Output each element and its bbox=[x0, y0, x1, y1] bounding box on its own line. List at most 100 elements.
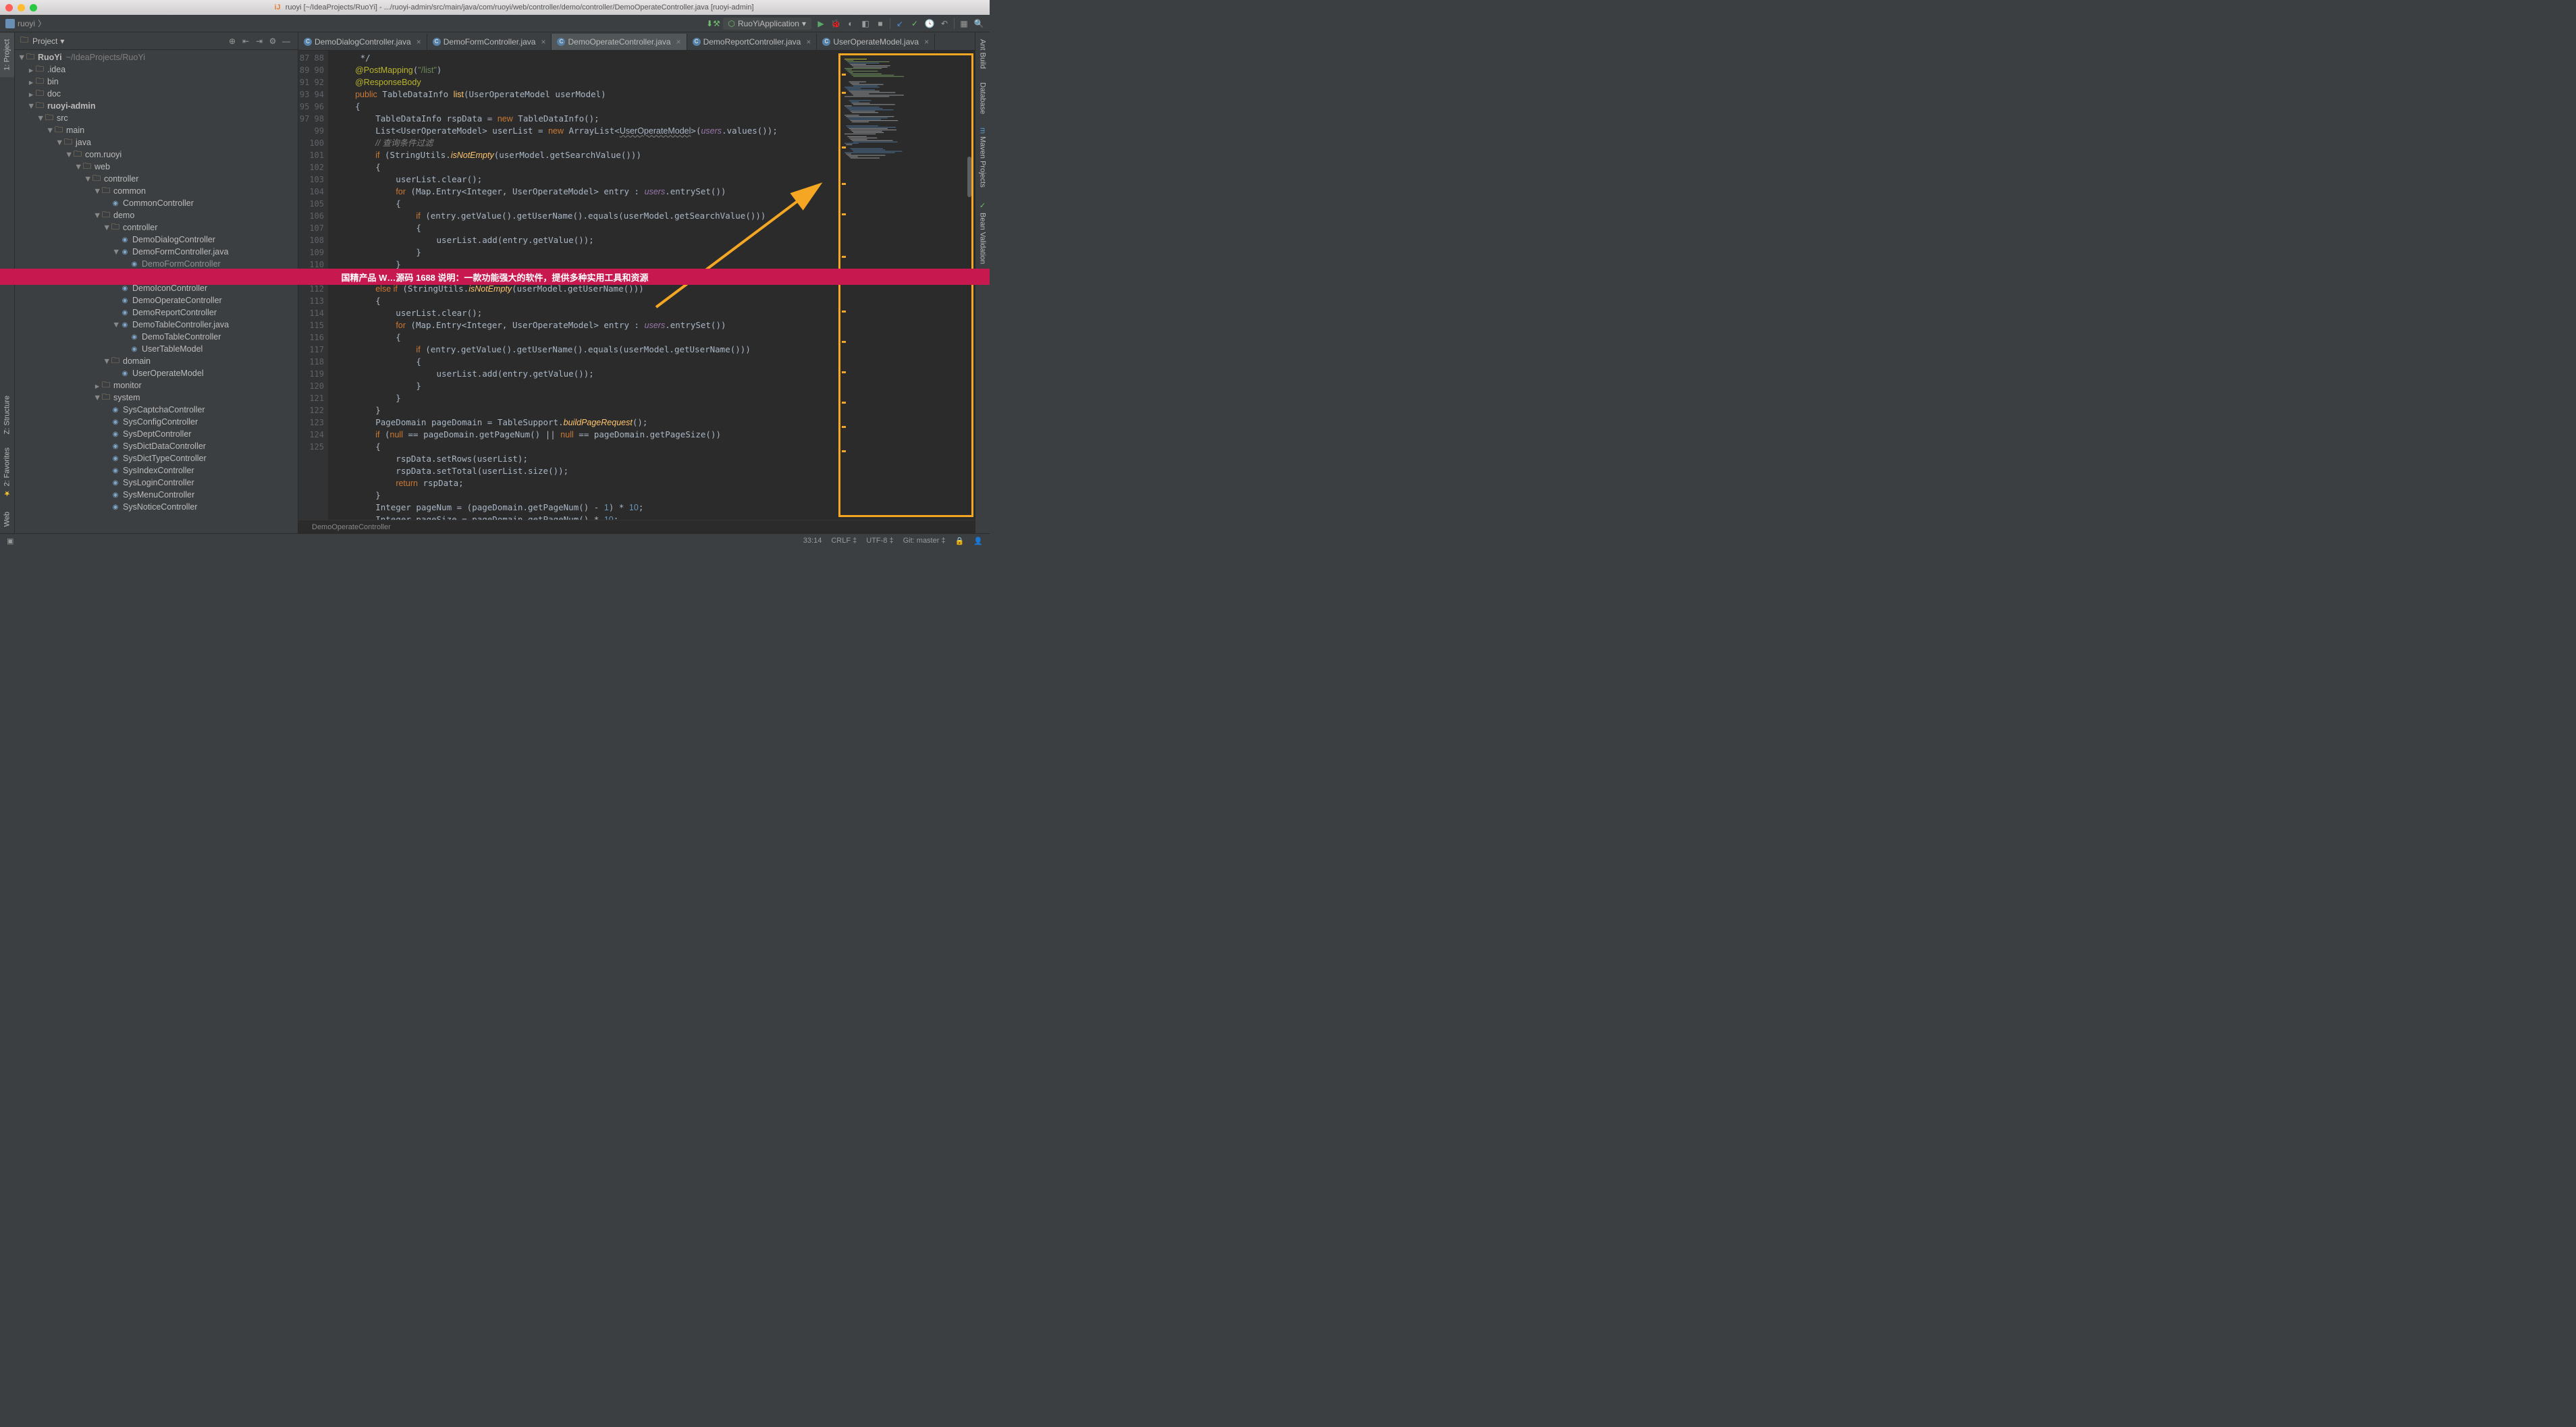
tree-item[interactable]: UserOperateModel bbox=[15, 367, 298, 379]
editor-tab[interactable]: CDemoOperateController.java× bbox=[552, 34, 687, 50]
collapse-all-icon[interactable]: ⇤ bbox=[240, 35, 252, 47]
ide-logo-icon: iJ bbox=[274, 3, 280, 11]
inspections-indicator-icon[interactable]: 👤 bbox=[973, 537, 983, 545]
tree-item[interactable]: CommonController bbox=[15, 197, 298, 209]
java-class-icon: C bbox=[557, 38, 565, 46]
close-tab-icon[interactable]: × bbox=[417, 37, 421, 47]
run-config-selector[interactable]: ⬡ RuoYiApplication ▾ bbox=[723, 18, 811, 30]
close-window-icon[interactable] bbox=[5, 4, 13, 11]
close-tab-icon[interactable]: × bbox=[676, 37, 681, 47]
vcs-history-icon[interactable]: 🕓 bbox=[924, 18, 935, 29]
stop-icon[interactable]: ■ bbox=[875, 18, 886, 29]
bean-validation-tool-button[interactable]: ✓Bean Validation bbox=[975, 194, 990, 271]
navigation-breadcrumb[interactable]: ruoyi 〉 bbox=[5, 18, 46, 29]
vcs-revert-icon[interactable]: ↶ bbox=[939, 18, 950, 29]
settings-icon[interactable]: ⚙ bbox=[267, 35, 279, 47]
tree-item[interactable]: DemoReportController bbox=[15, 306, 298, 319]
maven-tool-button[interactable]: mMaven Projects bbox=[975, 121, 990, 194]
tree-item[interactable]: ▸doc bbox=[15, 88, 298, 100]
tree-item[interactable]: SysLoginController bbox=[15, 477, 298, 489]
editor-breadcrumb[interactable]: DemoOperateController bbox=[298, 520, 975, 533]
tree-item[interactable]: SysNoticeController bbox=[15, 501, 298, 513]
hide-panel-icon[interactable]: — bbox=[280, 35, 292, 47]
tree-item[interactable]: SysCaptchaController bbox=[15, 404, 298, 416]
java-class-icon: C bbox=[693, 38, 701, 46]
ant-build-tool-button[interactable]: Ant Build bbox=[975, 32, 990, 76]
tree-root[interactable]: ▼RuoYi~/IdeaProjects/RuoYi bbox=[15, 51, 298, 63]
readonly-lock-icon[interactable]: 🔒 bbox=[955, 537, 965, 545]
tree-item[interactable]: ▼src bbox=[15, 112, 298, 124]
tree-item[interactable]: DemoOperateController bbox=[15, 294, 298, 306]
close-tab-icon[interactable]: × bbox=[806, 37, 811, 47]
profile-icon[interactable]: ◧ bbox=[860, 18, 871, 29]
chevron-down-icon: ▾ bbox=[60, 36, 64, 46]
caret-position[interactable]: 33:14 bbox=[803, 537, 822, 545]
folder-icon: 🗀 bbox=[20, 34, 28, 48]
vcs-update-icon[interactable]: ↙ bbox=[894, 18, 905, 29]
run-coverage-icon[interactable]: ◐ bbox=[845, 18, 856, 29]
tree-item[interactable]: ▼DemoTableController.java bbox=[15, 319, 298, 331]
tree-item[interactable]: DemoTableController bbox=[15, 331, 298, 343]
expand-all-icon[interactable]: ⇥ bbox=[253, 35, 265, 47]
tree-item[interactable]: ▼common bbox=[15, 185, 298, 197]
tree-item[interactable]: ▼main bbox=[15, 124, 298, 136]
code-editor[interactable]: */ @PostMapping("/list") @ResponseBody p… bbox=[328, 51, 838, 520]
web-tool-button[interactable]: Web bbox=[0, 505, 14, 533]
favorites-tool-button[interactable]: ★2: Favorites bbox=[0, 441, 14, 504]
minimize-window-icon[interactable] bbox=[18, 4, 25, 11]
tree-item[interactable]: ▸.idea bbox=[15, 63, 298, 76]
tree-item[interactable]: ▼system bbox=[15, 392, 298, 404]
tree-item[interactable]: ▼ruoyi-admin bbox=[15, 100, 298, 112]
file-encoding[interactable]: UTF-8 ‡ bbox=[866, 537, 893, 545]
editor-tabs[interactable]: CDemoDialogController.java×CDemoFormCont… bbox=[298, 32, 975, 51]
traffic-lights[interactable] bbox=[5, 4, 37, 11]
line-separator[interactable]: CRLF ‡ bbox=[831, 537, 857, 545]
close-tab-icon[interactable]: × bbox=[924, 37, 929, 47]
chevron-down-icon: ▾ bbox=[802, 19, 806, 28]
scroll-from-source-icon[interactable]: ⊕ bbox=[226, 35, 238, 47]
tree-item[interactable]: SysMenuController bbox=[15, 489, 298, 501]
tree-item[interactable]: ▼demo bbox=[15, 209, 298, 221]
minimap-scrollbar[interactable] bbox=[967, 157, 971, 197]
tree-item[interactable]: DemoDialogController bbox=[15, 234, 298, 246]
structure-tool-button[interactable]: Z: Structure bbox=[0, 389, 14, 441]
tree-item[interactable]: UserTableModel bbox=[15, 343, 298, 355]
code-minimap[interactable] bbox=[838, 53, 973, 517]
project-structure-icon[interactable]: ▦ bbox=[959, 18, 969, 29]
zoom-window-icon[interactable] bbox=[30, 4, 37, 11]
tree-item[interactable]: ▼domain bbox=[15, 355, 298, 367]
tree-item[interactable]: SysConfigController bbox=[15, 416, 298, 428]
tree-item[interactable]: ▼com.ruoyi bbox=[15, 149, 298, 161]
vcs-commit-icon[interactable]: ✓ bbox=[909, 18, 920, 29]
debug-button[interactable]: 🐞 bbox=[830, 18, 841, 29]
tree-item[interactable]: ▼controller bbox=[15, 173, 298, 185]
editor-tab[interactable]: CUserOperateModel.java× bbox=[817, 34, 935, 50]
close-tab-icon[interactable]: × bbox=[541, 37, 545, 47]
editor-tab[interactable]: CDemoDialogController.java× bbox=[298, 34, 427, 50]
project-icon bbox=[5, 19, 15, 28]
tree-item[interactable]: ▸monitor bbox=[15, 379, 298, 392]
database-tool-button[interactable]: Database bbox=[975, 76, 990, 121]
git-branch[interactable]: Git: master ‡ bbox=[903, 537, 946, 545]
tree-item[interactable]: SysIndexController bbox=[15, 464, 298, 477]
tree-item[interactable]: SysDictTypeController bbox=[15, 452, 298, 464]
tree-item[interactable]: ▼web bbox=[15, 161, 298, 173]
panel-title[interactable]: Project ▾ bbox=[32, 36, 64, 46]
search-everywhere-icon[interactable]: 🔍 bbox=[973, 18, 984, 29]
build-icon[interactable]: ⬇⚒ bbox=[708, 18, 719, 29]
editor-tab[interactable]: CDemoReportController.java× bbox=[687, 34, 817, 50]
project-tool-button[interactable]: 1: Project bbox=[0, 32, 14, 77]
tree-item[interactable]: SysDictDataController bbox=[15, 440, 298, 452]
tree-item[interactable]: ▼DemoFormController.java bbox=[15, 246, 298, 258]
tree-item[interactable]: ▼java bbox=[15, 136, 298, 149]
project-tree[interactable]: ▼RuoYi~/IdeaProjects/RuoYi▸.idea▸bin▸doc… bbox=[15, 50, 298, 533]
tree-item[interactable]: ▼controller bbox=[15, 221, 298, 234]
tool-windows-toggle-icon[interactable]: ▣ bbox=[7, 537, 16, 546]
tree-item[interactable]: ▸bin bbox=[15, 76, 298, 88]
spring-boot-icon: ⬡ bbox=[728, 19, 735, 28]
chevron-right-icon: 〉 bbox=[38, 18, 46, 29]
run-button[interactable]: ▶ bbox=[815, 18, 826, 29]
editor-tab[interactable]: CDemoFormController.java× bbox=[427, 34, 552, 50]
tree-item[interactable]: SysDeptController bbox=[15, 428, 298, 440]
breadcrumb-root[interactable]: ruoyi bbox=[18, 19, 35, 28]
